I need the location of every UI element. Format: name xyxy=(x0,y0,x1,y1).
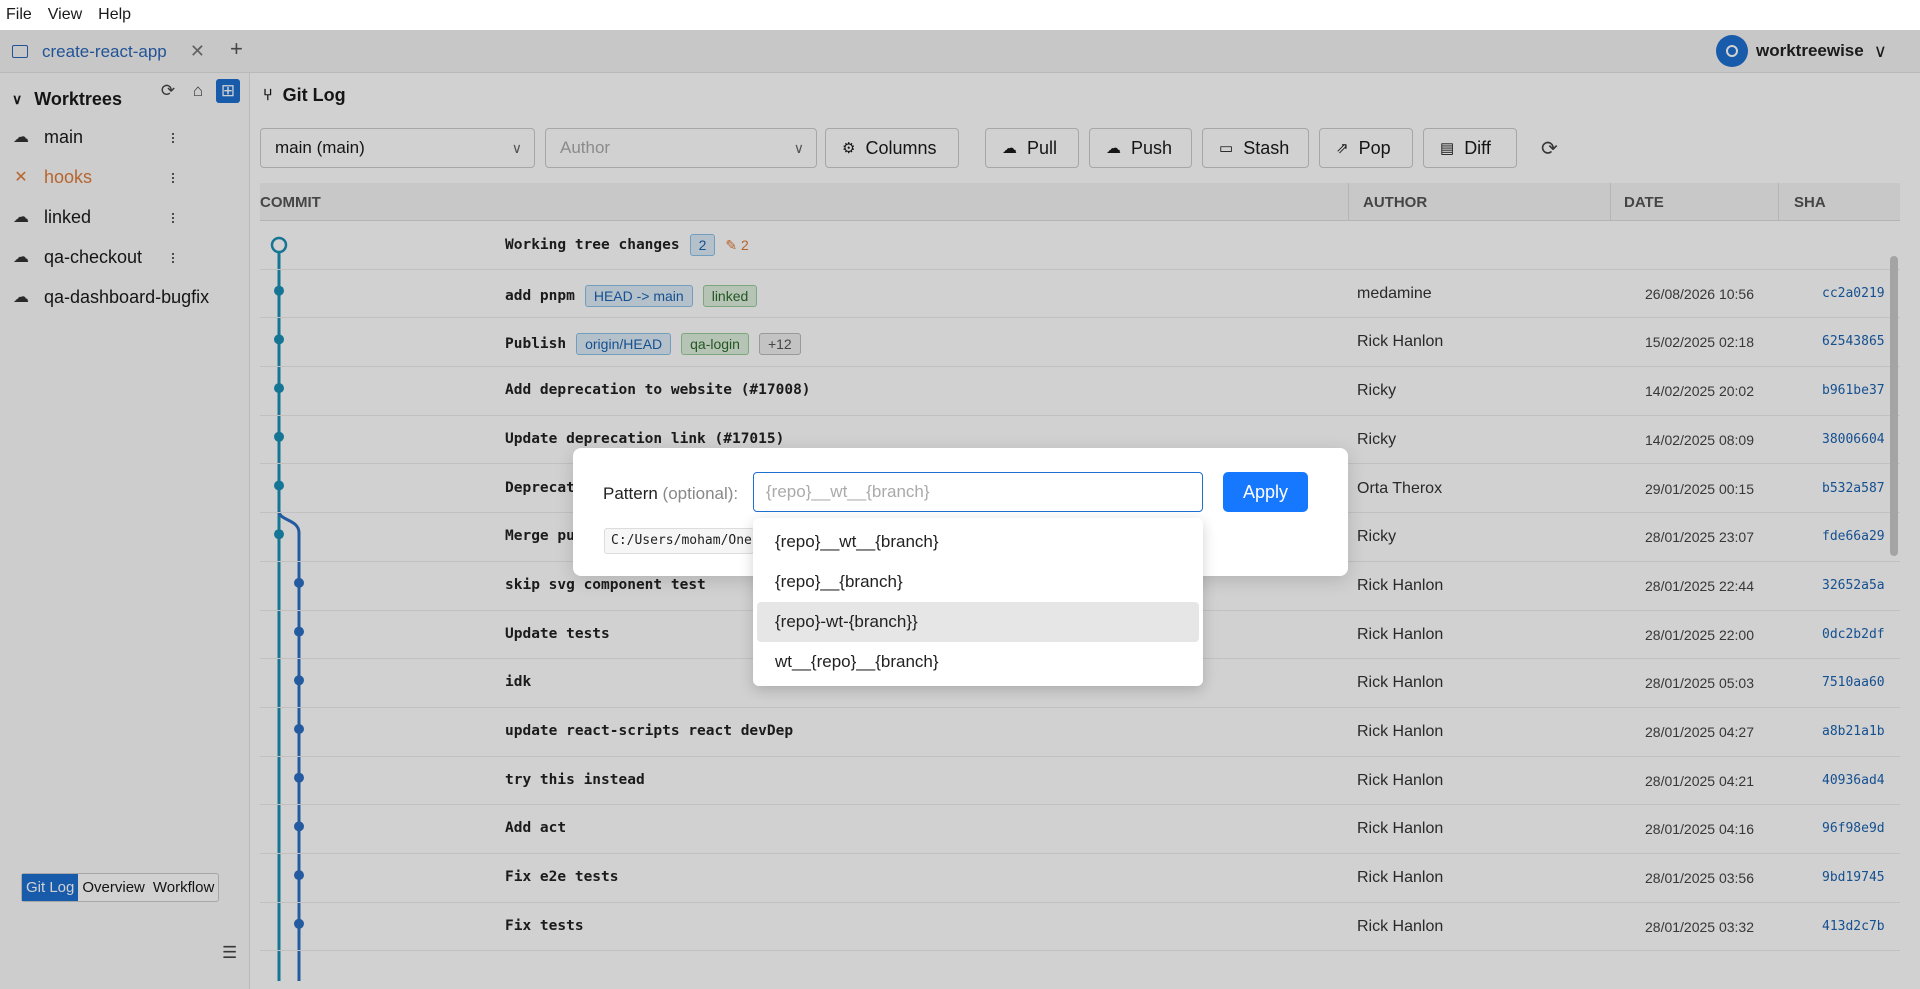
apply-button[interactable]: Apply xyxy=(1223,472,1308,512)
suggestion-option[interactable]: {repo}__{branch} xyxy=(757,562,1199,602)
menu-help[interactable]: Help xyxy=(98,6,131,24)
menu-view[interactable]: View xyxy=(48,6,82,24)
pattern-suggestions: {repo}__wt__{branch} {repo}__{branch} {r… xyxy=(753,518,1203,686)
menu-file[interactable]: File xyxy=(6,6,32,24)
suggestion-option[interactable]: {repo}__wt__{branch} xyxy=(757,522,1199,562)
path-preview: C:/Users/moham/One xyxy=(604,528,754,554)
pattern-label-optional: (optional): xyxy=(662,484,739,503)
suggestion-option[interactable]: {repo}-wt-{branch}} xyxy=(757,602,1199,642)
suggestion-option[interactable]: wt__{repo}__{branch} xyxy=(757,642,1199,682)
pattern-input[interactable] xyxy=(753,472,1203,512)
pattern-label: Pattern (optional): xyxy=(603,484,738,504)
pattern-label-text: Pattern xyxy=(603,484,658,503)
menu-bar: File View Help xyxy=(0,0,1920,30)
